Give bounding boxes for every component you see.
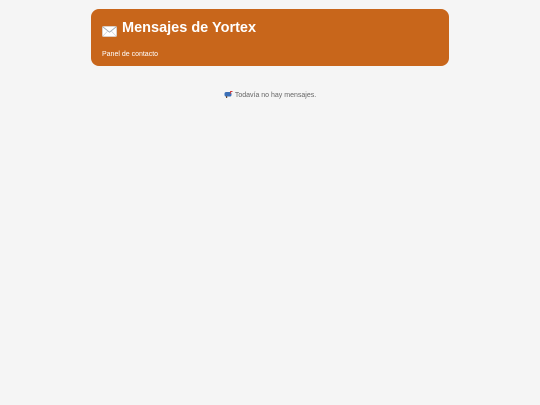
header-title-row: Mensajes de Yortex xyxy=(102,19,256,37)
page-subtitle: Panel de contacto xyxy=(102,51,159,58)
empty-messages-notice: Todavía no hay mensajes. xyxy=(0,91,540,101)
page: Mensajes de Yortex Panel de contacto Tod… xyxy=(0,0,540,405)
mailbox-icon xyxy=(224,91,233,98)
page-title: Mensajes de Yortex xyxy=(122,20,257,36)
header-card: Mensajes de Yortex Panel de contacto xyxy=(91,9,449,66)
envelope-icon xyxy=(102,24,117,37)
empty-messages-text: Todavía no hay mensajes. xyxy=(234,92,317,99)
